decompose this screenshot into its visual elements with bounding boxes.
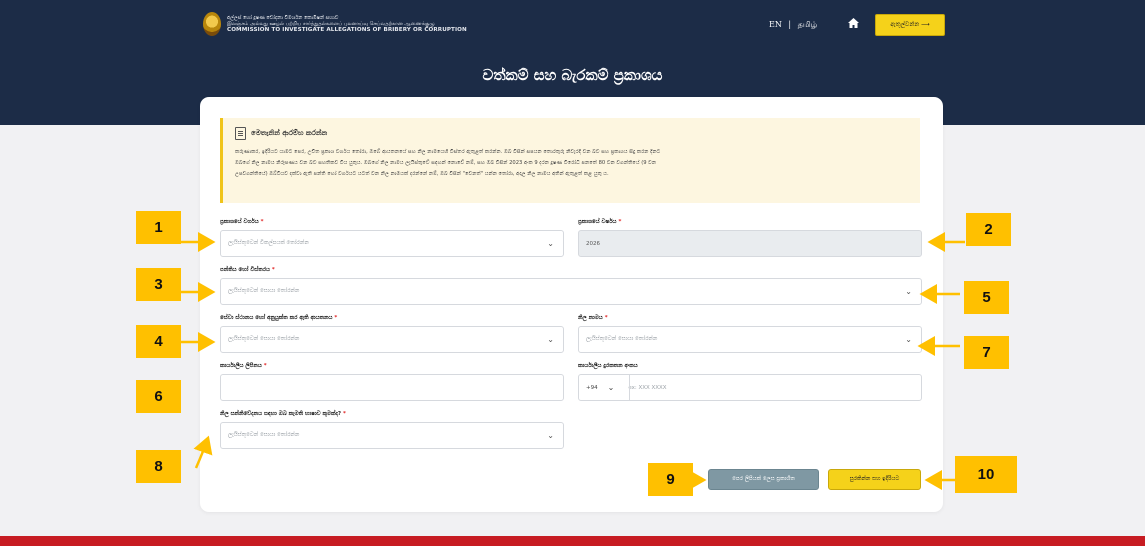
notice-title: මෙතැනින් ආරම්භ කරන්න [235, 127, 908, 140]
institution-placeholder: ලැයිස්තුවෙන් සොයා තෝරන්න [228, 336, 300, 342]
document-icon [235, 127, 246, 140]
required-asterisk: * [271, 267, 275, 273]
required-asterisk: * [604, 315, 608, 321]
notice-title-text: මෙතැනින් ආරම්භ කරන්න [251, 129, 328, 137]
declaration-year-value: 2026 [586, 240, 600, 247]
national-emblem-icon [203, 12, 221, 36]
class-category-label-text: පන්තිය හෝ විස්තරය [220, 267, 270, 273]
designation-placeholder: ලැයිස්තුවෙන් සොයා තෝරන්න [586, 336, 658, 342]
communication-language-placeholder: ලැයිස්තුවෙන් සොයා තෝරන්න [228, 432, 300, 438]
callout-10: 10 [955, 456, 1017, 493]
communication-language-label: නිල සන්නිවේදනය සඳහා ඔබ කැමති භාෂාව කුමක්… [220, 411, 346, 418]
required-asterisk: * [260, 219, 264, 225]
chevron-down-icon: ⌄ [547, 431, 554, 440]
institution-label: සේවා ස්ථානය හෝ අනුයුක්ත කර ඇති ආයතනය * [220, 315, 337, 322]
language-switcher: EN | தமிழ் [769, 20, 817, 30]
chevron-down-icon: ⌄ [905, 335, 912, 344]
declaration-type-label-text: ප්‍රකාශයේ වර්ගය [220, 219, 259, 225]
login-button[interactable]: ඇතුල්වන්න ⟶ [875, 14, 945, 36]
office-phone-input[interactable]: ex: XXX XXXX [628, 385, 666, 391]
lang-en-link[interactable]: EN [769, 20, 782, 29]
callout-9: 9 [648, 463, 693, 496]
callout-2: 2 [966, 213, 1011, 246]
page-title: වත්කම් සහ බැරකම් ප්‍රකාශය [482, 66, 663, 84]
declaration-year-label-text: ප්‍රකාශයේ වර්ෂය [578, 219, 617, 225]
office-address-label: කාර්යාලීය ලිපිනය * [220, 363, 267, 370]
logo-text: අල්ලස් හෝ දූෂණ චෝදනා විමර්ශන කොමිෂන් සභා… [227, 15, 467, 33]
class-category-label: පන්තිය හෝ විස්තරය * [220, 267, 275, 274]
chevron-down-icon: ⌄ [547, 239, 554, 248]
designation-label: නිල නාමය * [578, 315, 608, 322]
institution-label-text: සේවා ස්ථානය හෝ අනුයුක්ත කර ඇති ආයතනය [220, 315, 333, 321]
callout-7: 7 [964, 336, 1009, 369]
site-logo[interactable]: අල්ලස් හෝ දූෂණ චෝදනා විමර්ශන කොමිෂන් සභා… [203, 12, 467, 36]
callout-5: 5 [964, 281, 1009, 314]
lang-tamil-link[interactable]: தமிழ் [798, 20, 818, 29]
country-code-select[interactable]: +94 ⌄ [586, 383, 614, 392]
callout-4: 4 [136, 325, 181, 358]
required-asterisk: * [343, 411, 346, 417]
save-continue-button[interactable]: සුරකින්න සහ ඉදිරියට [828, 469, 921, 490]
declaration-type-select[interactable]: ලැයිස්තුවෙන් විකල්පයක් තෝරන්න ⌄ [220, 230, 564, 257]
office-phone-field: +94 ⌄ ex: XXX XXXX [578, 374, 922, 401]
notice-body: කරුණාකර, ඉදිරියට යාමට පෙර, උචිත ප්‍රකාශ … [235, 147, 908, 180]
home-icon[interactable] [848, 18, 859, 31]
required-asterisk: * [334, 315, 338, 321]
notice-line: ඔබගේ නිල නාමය නිරූපණය වන බව සහතිකව විය ය… [235, 160, 657, 166]
designation-select[interactable]: ලැයිස්තුවෙන් සොයා තෝරන්න ⌄ [578, 326, 922, 353]
communication-language-select[interactable]: ලැයිස්තුවෙන් සොයා තෝරන්න ⌄ [220, 422, 564, 449]
office-address-label-text: කාර්යාලීය ලිපිනය [220, 363, 262, 369]
chevron-down-icon: ⌄ [905, 287, 912, 296]
footer-bar [0, 536, 1145, 546]
office-phone-label: කාර්යාලීය දුරකතන අංකය [578, 363, 638, 370]
callout-3: 3 [136, 268, 181, 301]
notice-line: උපවගන්තියේ) ඔබ්වියව දක්වා ඇති පන්ති හෝ ව… [235, 171, 609, 177]
declaration-year-label: ප්‍රකාශයේ වර්ෂය * [578, 219, 621, 226]
communication-language-label-text: නිල සන්නිවේදනය සඳහා ඔබ කැමති භාෂාව කුමක්… [220, 411, 342, 417]
required-asterisk: * [263, 363, 267, 369]
office-phone-label-text: කාර්යාලීය දුරකතන අංකය [578, 363, 638, 369]
callout-6: 6 [136, 380, 181, 413]
lang-separator: | [788, 20, 792, 29]
callout-8: 8 [136, 450, 181, 483]
chevron-down-icon: ⌄ [607, 383, 615, 392]
class-category-placeholder: ලැයිස්තුවෙන් සොයා තෝරන්න [228, 288, 300, 294]
start-here-notice: මෙතැනින් ආරම්භ කරන්න කරුණාකර, ඉදිරියට යා… [220, 118, 920, 203]
country-code-value: +94 [586, 384, 598, 391]
previous-declarations-button[interactable]: පෙර ලිපියක් ලෙස ප්‍රකාශිත [708, 469, 819, 490]
phone-divider [629, 375, 630, 400]
notice-line: කරුණාකර, ඉදිරියට යාමට පෙර, උචිත ප්‍රකාශ … [235, 149, 661, 155]
class-category-select[interactable]: ලැයිස්තුවෙන් සොයා තෝරන්න ⌄ [220, 278, 922, 305]
callout-1: 1 [136, 211, 181, 244]
office-address-input[interactable] [220, 374, 564, 401]
declaration-year-field: 2026 [578, 230, 922, 257]
logo-line-english: COMMISSION TO INVESTIGATE ALLEGATIONS OF… [227, 27, 467, 33]
institution-select[interactable]: ලැයිස්තුවෙන් සොයා තෝරන්න ⌄ [220, 326, 564, 353]
designation-label-text: නිල නාමය [578, 315, 603, 321]
chevron-down-icon: ⌄ [547, 335, 554, 344]
required-asterisk: * [618, 219, 622, 225]
declaration-type-label: ප්‍රකාශයේ වර්ගය * [220, 219, 264, 226]
declaration-type-placeholder: ලැයිස්තුවෙන් විකල්පයක් තෝරන්න [228, 240, 309, 246]
